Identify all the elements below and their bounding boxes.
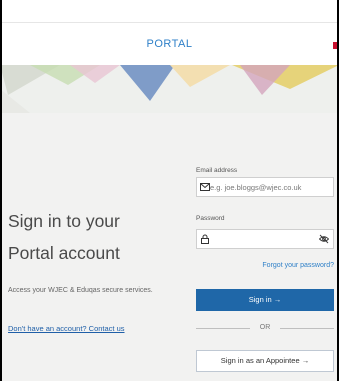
- page-subtitle: Access your WJEC & Eduqas secure service…: [8, 287, 153, 294]
- decorative-banner: [0, 65, 339, 113]
- or-divider: OR: [196, 322, 334, 334]
- email-label: Email address: [196, 167, 238, 174]
- banner-shapes: [0, 65, 339, 113]
- sign-in-appointee-button[interactable]: Sign in as an Appointee →: [196, 350, 334, 372]
- top-bar: [0, 0, 339, 23]
- sign-in-button[interactable]: Sign in →: [196, 289, 334, 311]
- page-title-line2: Portal account: [8, 243, 120, 263]
- email-field-wrapper: [196, 177, 334, 197]
- left-edge: [0, 0, 2, 381]
- site-header: PORTAL: [0, 23, 339, 65]
- eye-slash-icon[interactable]: [319, 234, 329, 244]
- password-label: Password: [196, 215, 225, 222]
- page-title-line1: Sign in to your: [8, 211, 120, 231]
- password-input[interactable]: [210, 232, 325, 246]
- divider-line-right: [280, 328, 334, 329]
- email-input[interactable]: [210, 180, 325, 194]
- lock-icon: [201, 234, 209, 244]
- password-field-wrapper: [196, 229, 334, 249]
- envelope-icon: [200, 183, 210, 191]
- portal-brand: PORTAL: [146, 38, 193, 50]
- contact-link[interactable]: Don't have an account? Contact us: [8, 324, 125, 333]
- forgot-password-link[interactable]: Forgot your password?: [262, 262, 334, 269]
